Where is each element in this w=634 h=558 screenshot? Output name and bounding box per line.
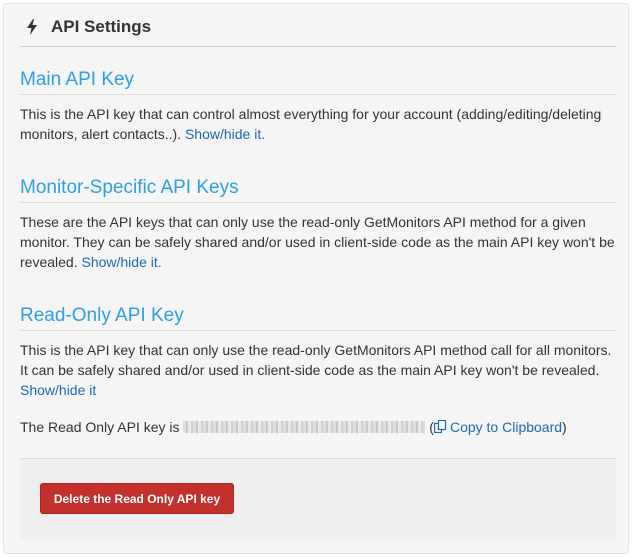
page-title: API Settings xyxy=(51,17,152,36)
main-api-key-description: This is the API key that can control alm… xyxy=(20,104,616,144)
section-title-monitor-api-keys: Monitor-Specific API Keys xyxy=(20,174,616,203)
readonly-api-key-description: This is the API key that can only use th… xyxy=(20,340,616,400)
delete-readonly-key-button[interactable]: Delete the Read Only API key xyxy=(40,483,234,514)
actions-area: Delete the Read Only API key xyxy=(20,459,616,539)
api-settings-panel: API Settings Main API Key This is the AP… xyxy=(3,3,629,554)
main-api-key-section: Main API Key This is the API key that ca… xyxy=(20,66,616,144)
monitor-api-keys-description: These are the API keys that can only use… xyxy=(20,212,616,272)
readonly-key-line: The Read Only API key is ( Copy to Clipbo… xyxy=(20,417,616,437)
section-title-readonly-api-key: Read-Only API Key xyxy=(20,302,616,331)
readonly-api-key-text: This is the API key that can only use th… xyxy=(20,342,612,378)
show-hide-readonly-key-link[interactable]: Show/hide it xyxy=(20,382,96,398)
main-api-key-text: This is the API key that can control alm… xyxy=(20,106,602,142)
copy-to-clipboard-label: Copy to Clipboard xyxy=(449,419,563,435)
masked-api-key xyxy=(183,421,426,434)
open-paren: ( xyxy=(425,419,434,435)
section-title-main-api-key: Main API Key xyxy=(20,66,616,95)
monitor-api-keys-section: Monitor-Specific API Keys These are the … xyxy=(20,174,616,272)
readonly-api-key-section: Read-Only API Key This is the API key th… xyxy=(20,302,616,400)
bolt-icon xyxy=(27,19,37,35)
copy-to-clipboard-link[interactable]: Copy to Clipboard xyxy=(433,419,563,435)
readonly-key-prefix: The Read Only API key is xyxy=(20,419,184,435)
show-hide-monitor-keys-link[interactable]: Show/hide it. xyxy=(81,254,161,270)
copy-icon xyxy=(433,420,447,434)
panel-header: API Settings xyxy=(20,8,616,47)
close-paren: ) xyxy=(562,419,567,435)
show-hide-main-key-link[interactable]: Show/hide it. xyxy=(185,126,265,142)
